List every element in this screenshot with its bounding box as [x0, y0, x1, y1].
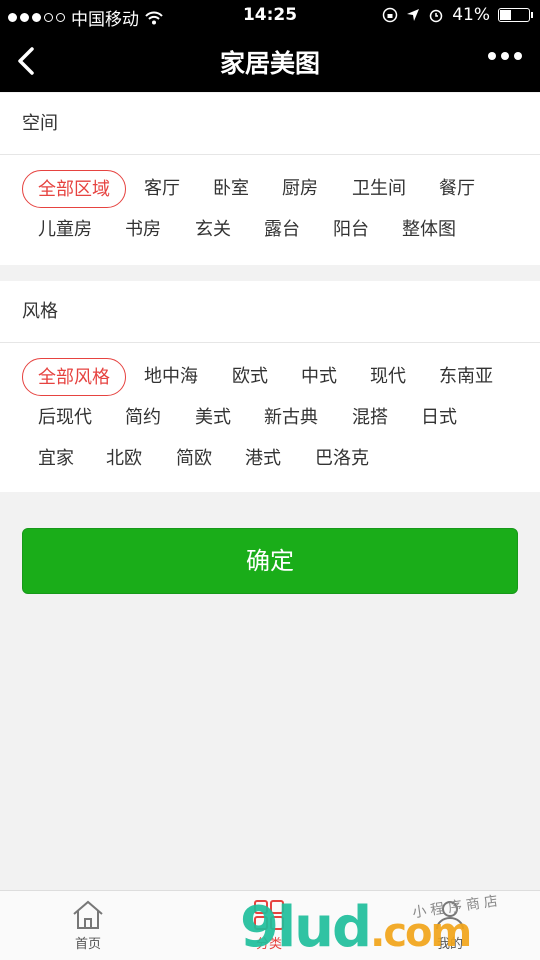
tab-home-label: 首页: [74, 937, 101, 952]
status-right: 41%: [382, 5, 533, 25]
status-bar: 中国移动 14:25 41%: [0, 0, 540, 30]
tag-space-11[interactable]: 整体图: [402, 211, 456, 249]
tag-style-14[interactable]: 简欧: [176, 440, 212, 478]
tag-space-6[interactable]: 儿童房: [38, 211, 92, 249]
tag-style-9[interactable]: 新古典: [264, 399, 318, 437]
tag-style-16[interactable]: 巴洛克: [315, 440, 369, 478]
style-heading: 风格: [0, 281, 540, 343]
tag-space-3[interactable]: 厨房: [282, 170, 318, 208]
tag-style-11[interactable]: 日式: [421, 399, 457, 437]
tag-space-8[interactable]: 玄关: [195, 211, 231, 249]
battery-percent: 41%: [452, 5, 490, 25]
tag-style-2[interactable]: 欧式: [232, 358, 268, 396]
battery-icon: [498, 8, 533, 22]
tag-style-3[interactable]: 中式: [301, 358, 337, 396]
tag-style-7[interactable]: 简约: [125, 399, 161, 437]
tag-style-15[interactable]: 港式: [245, 440, 281, 478]
tag-style-5[interactable]: 东南亚: [439, 358, 493, 396]
tag-space-1[interactable]: 客厅: [144, 170, 180, 208]
tag-style-12[interactable]: 宜家: [38, 440, 74, 478]
space-heading: 空间: [0, 93, 540, 155]
orientation-lock-icon: [382, 7, 398, 23]
alarm-icon: [429, 9, 443, 23]
page-title: 家居美图: [219, 49, 320, 78]
tag-space-4[interactable]: 卫生间: [352, 170, 406, 208]
tag-style-0[interactable]: 全部风格: [22, 358, 126, 396]
location-arrow-icon: [407, 9, 420, 21]
tag-space-0[interactable]: 全部区域: [22, 170, 126, 208]
tag-style-4[interactable]: 现代: [370, 358, 406, 396]
tag-style-10[interactable]: 混搭: [352, 399, 388, 437]
home-icon: [73, 900, 103, 929]
space-section: 空间 全部区域 客厅 卧室 厨房 卫生间 餐厅儿童房 书房 玄关 露台 阳台 整体图: [0, 93, 540, 265]
tag-style-1[interactable]: 地中海: [144, 358, 198, 396]
confirm-button[interactable]: 确定: [22, 528, 518, 594]
tag-space-10[interactable]: 阳台: [333, 211, 369, 249]
tag-space-2[interactable]: 卧室: [213, 170, 249, 208]
tag-space-7[interactable]: 书房: [125, 211, 161, 249]
style-section: 风格 全部风格 地中海 欧式 中式 现代 东南亚后现代 简约 美式 新古典 混搭 日式宜家 北欧 简欧港…: [0, 281, 540, 492]
nav-bar: 家居美图: [0, 30, 540, 92]
tag-style-13[interactable]: 北欧: [106, 440, 142, 478]
tag-style-6[interactable]: 后现代: [38, 399, 92, 437]
tag-style-8[interactable]: 美式: [195, 399, 231, 437]
tag-space-9[interactable]: 露台: [264, 211, 300, 249]
tab-home[interactable]: 首页: [38, 899, 138, 952]
tag-space-5[interactable]: 餐厅: [439, 170, 475, 208]
more-dots-icon[interactable]: [488, 52, 522, 60]
